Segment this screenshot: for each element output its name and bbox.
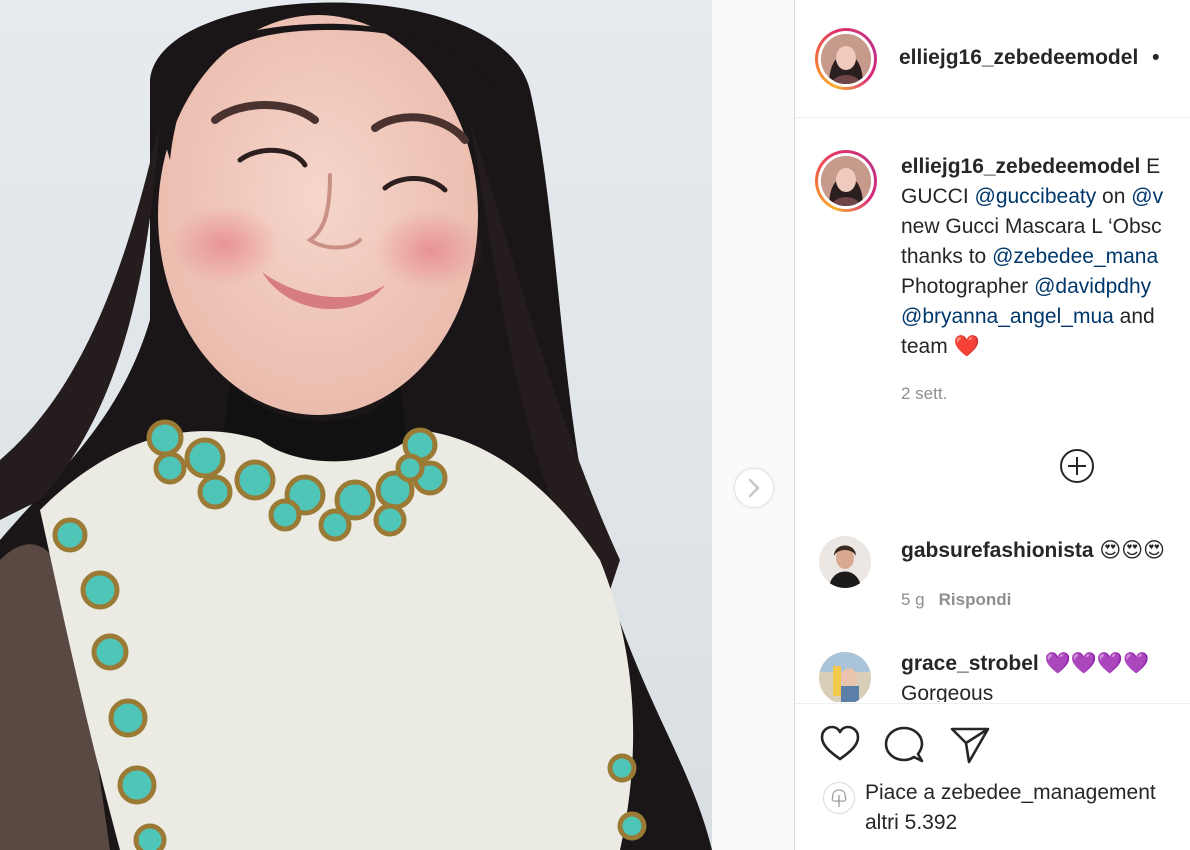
comment-text: 💜💜💜💜 [1038, 652, 1150, 675]
commenter-avatar[interactable] [819, 652, 871, 702]
comment-age[interactable]: 5 g [901, 590, 925, 609]
plus-circle-icon [1060, 449, 1094, 483]
comment-username[interactable]: gabsurefashionista [901, 539, 1094, 562]
next-photo-button[interactable] [734, 468, 774, 508]
story-ring[interactable] [815, 28, 877, 90]
post-caption: elliejg16_zebedeemodel E GUCCI @guccibea… [901, 152, 1190, 362]
chevron-right-icon [748, 478, 760, 498]
heart-icon [820, 725, 860, 761]
caption-text: and [1113, 305, 1155, 328]
comment-row: gabsurefashionista 😍😍😍 [901, 538, 1165, 563]
caption-text: on [1096, 185, 1132, 208]
comment-meta: 5 g Rispondi [901, 590, 1025, 610]
reply-button[interactable]: Rispondi [939, 590, 1012, 609]
header-dot: • [1152, 46, 1160, 69]
share-button[interactable] [949, 724, 991, 766]
likes-summary: Piace a zebedee_management altri 5.392 [865, 778, 1156, 838]
caption-timestamp[interactable]: 2 sett. [901, 384, 947, 404]
paper-plane-icon [950, 727, 990, 764]
tree-logo-icon [831, 789, 847, 807]
post-header: elliejg16_zebedeemodel • [795, 0, 1190, 118]
mention-link[interactable]: @davidpdhy [1034, 275, 1151, 298]
liker-avatar[interactable] [823, 782, 855, 814]
model-portrait-image [0, 2, 712, 850]
header-username[interactable]: elliejg16_zebedeemodel [899, 46, 1138, 69]
caption-avatar [821, 156, 871, 206]
comment-text: Gorgeous [901, 682, 994, 702]
caption-text: new Gucci Mascara L ‘Obsc [901, 215, 1162, 238]
comment-button[interactable] [883, 724, 925, 766]
carousel-gutter [712, 0, 794, 850]
like-button[interactable] [819, 724, 861, 766]
post-photo[interactable] [0, 0, 712, 850]
likes-prefix: Piace a [865, 781, 941, 804]
post-side-panel: elliejg16_zebedeemodel • elliejg16_zebed… [794, 0, 1190, 850]
comment-text: 😍😍😍 [1093, 539, 1166, 562]
load-more-comments-button[interactable] [1059, 448, 1095, 484]
caption-text: thanks to [901, 245, 993, 268]
action-bar: Piace a zebedee_management altri 5.392 [795, 703, 1190, 850]
avatar [821, 34, 871, 84]
caption-text: GUCCI [901, 185, 975, 208]
likes-count[interactable]: altri 5.392 [865, 811, 957, 834]
mention-link[interactable]: @zebedee_mana [992, 245, 1158, 268]
caption-text: E [1140, 155, 1161, 178]
caption-username[interactable]: elliejg16_zebedeemodel [901, 155, 1140, 178]
mention-link[interactable]: @bryanna_angel_mua [901, 305, 1114, 328]
caption-text: Photographer [901, 275, 1035, 298]
liker-username[interactable]: zebedee_management [941, 781, 1156, 804]
comment-row: grace_strobel 💜💜💜💜 [901, 652, 1149, 676]
comments-list: elliejg16_zebedeemodel E GUCCI @guccibea… [795, 118, 1190, 702]
commenter-avatar[interactable] [819, 536, 871, 588]
comment-username[interactable]: grace_strobel [901, 652, 1039, 675]
caption-avatar-ring[interactable] [815, 150, 877, 212]
mention-link[interactable]: @guccibeaty [975, 185, 1097, 208]
caption-text: team ❤️ [901, 335, 980, 358]
mention-link[interactable]: @v [1131, 185, 1163, 208]
comment-bubble-icon [884, 726, 924, 763]
